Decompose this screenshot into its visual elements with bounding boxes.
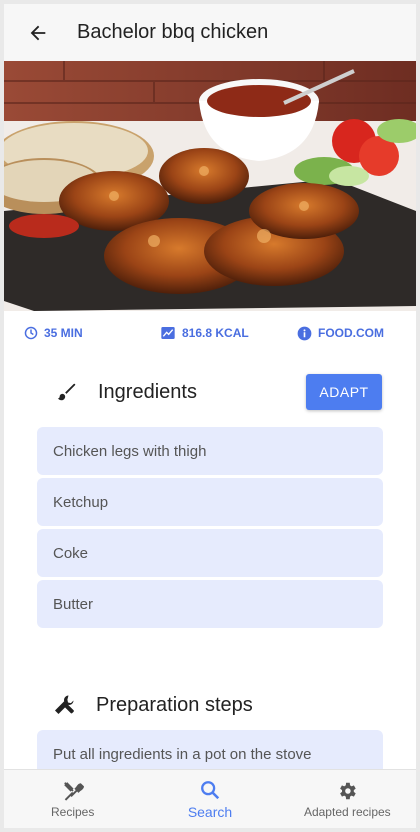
cook-time: 35 MIN xyxy=(24,326,83,340)
app-bar: Bachelor bbq chicken xyxy=(4,4,416,61)
ingredient-item[interactable]: Ketchup xyxy=(37,478,383,526)
calories: 816.8 KCAL xyxy=(160,325,249,341)
recipe-source[interactable]: FOOD.COM xyxy=(297,326,384,341)
bottom-navigation: Recipes Search Adapted recipes xyxy=(4,769,416,828)
source-value: FOOD.COM xyxy=(318,326,384,340)
nav-search[interactable]: Search xyxy=(141,770,278,828)
recipe-meta: 35 MIN 816.8 KCAL FOOD.COM xyxy=(4,311,416,355)
calories-value: 816.8 KCAL xyxy=(182,326,249,340)
chart-icon xyxy=(161,327,175,339)
nav-adapted-label: Adapted recipes xyxy=(303,804,391,819)
recipe-image xyxy=(4,61,416,311)
search-icon xyxy=(201,780,220,799)
nav-adapted-recipes[interactable]: Adapted recipes xyxy=(279,770,416,828)
ingredients-list: Chicken legs with thigh Ketchup Coke But… xyxy=(37,427,383,631)
info-icon xyxy=(297,326,312,340)
cutlery-icon xyxy=(63,781,84,801)
arrow-left-icon xyxy=(30,25,46,40)
cook-time-value: 35 MIN xyxy=(44,326,83,340)
nav-search-label: Search xyxy=(187,803,233,820)
brush-icon xyxy=(57,383,76,401)
nav-recipes[interactable]: Recipes xyxy=(4,770,141,828)
app-frame: Bachelor bbq chicken 35 MIN 816.8 KCAL F… xyxy=(4,4,416,828)
tools-icon xyxy=(55,695,74,714)
ingredients-title: Ingredients xyxy=(98,380,197,403)
ingredient-item[interactable]: Chicken legs with thigh xyxy=(37,427,383,475)
adapt-button[interactable]: ADAPT xyxy=(306,374,382,410)
ingredient-item[interactable]: Coke xyxy=(37,529,383,577)
ingredients-header: Ingredients ADAPT xyxy=(4,372,416,412)
page-title: Bachelor bbq chicken xyxy=(77,21,269,43)
nav-recipes-label: Recipes xyxy=(50,804,95,819)
gear-icon xyxy=(340,782,357,799)
preparation-title: Preparation steps xyxy=(96,693,253,716)
back-button[interactable] xyxy=(24,19,52,47)
clock-icon xyxy=(24,326,38,340)
ingredient-item[interactable]: Butter xyxy=(37,580,383,628)
preparation-header: Preparation steps xyxy=(4,685,416,725)
